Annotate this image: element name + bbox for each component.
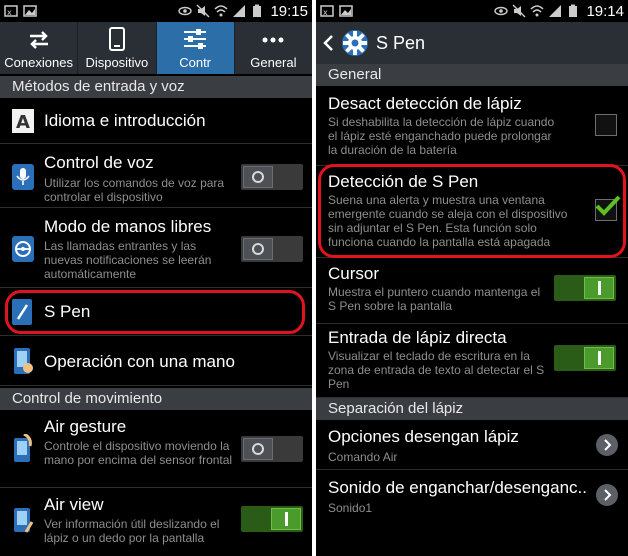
tab-label: Dispositivo — [85, 55, 149, 70]
settings-controls-screen: x 19:15 Conexiones Dispositivo Contr Gen… — [0, 0, 312, 556]
wifi-icon — [214, 5, 228, 17]
language-icon: A — [12, 109, 34, 133]
eye-icon — [178, 6, 193, 16]
settings-gear-icon — [342, 30, 368, 56]
tab-label: Contr — [179, 55, 212, 70]
signal-icon — [233, 5, 246, 17]
gallery-icon — [23, 5, 37, 17]
setting-cursor[interactable]: Cursor Muestra el puntero cuando manteng… — [316, 258, 628, 324]
setting-summary: Muestra el puntero cuando mantenga el S … — [328, 285, 541, 313]
setting-title: Cursor — [328, 264, 380, 283]
clock: 19:15 — [270, 2, 308, 20]
setting-title: Opciones desengan lápiz — [328, 427, 519, 446]
setting-direct-pen-input[interactable]: Entrada de lápiz directa Visualizar el t… — [316, 324, 628, 398]
sliders-icon — [184, 29, 207, 49]
direct-input-toggle[interactable] — [554, 345, 616, 371]
chevron-right-icon — [596, 434, 618, 456]
more-dots-icon — [262, 37, 284, 43]
action-bar: S Pen — [316, 22, 628, 64]
setting-disable-detection[interactable]: Desact detección de lápiz Si deshabilita… — [316, 86, 628, 166]
microphone-icon — [12, 164, 34, 190]
mute-icon — [196, 4, 210, 18]
tab-device[interactable]: Dispositivo — [78, 22, 157, 74]
setting-title: Entrada de lápiz directa — [328, 328, 507, 347]
setting-voice-control[interactable]: Control de voz Utilizar los comandos de … — [0, 144, 312, 208]
setting-title: Modo de manos libres — [44, 217, 212, 236]
svg-text:x: x — [7, 8, 12, 17]
setting-title: Air gesture — [44, 417, 127, 436]
air-view-toggle[interactable] — [241, 506, 303, 532]
air-gesture-icon — [14, 434, 32, 462]
one-hand-icon — [14, 348, 33, 374]
setting-summary: Las llamadas entrantes y las nuevas noti… — [44, 239, 212, 281]
setting-title: Control de voz — [44, 153, 154, 172]
tab-general[interactable]: General — [235, 22, 312, 74]
back-chevron-icon[interactable] — [322, 34, 334, 52]
setting-title: Desact detección de lápiz — [328, 94, 522, 113]
mute-icon — [512, 4, 526, 18]
gallery-icon — [339, 5, 353, 17]
setting-air-view[interactable]: Air view Ver información útil deslizando… — [0, 488, 312, 556]
setting-summary: Controle el dispositivo moviendo la mano… — [44, 439, 233, 467]
tab-connections[interactable]: Conexiones — [0, 22, 79, 74]
swap-arrows-icon — [29, 31, 48, 49]
svg-text:x: x — [323, 8, 328, 17]
tab-controls[interactable]: Contr — [156, 22, 235, 74]
wifi-icon — [530, 5, 544, 17]
category-tabs: Conexiones Dispositivo Contr General — [0, 22, 312, 74]
setting-language[interactable]: A Idioma e introducción — [0, 98, 312, 144]
section-header-detach: Separación del lápiz — [316, 398, 628, 420]
section-header-general: General — [316, 64, 628, 86]
tab-label: General — [250, 55, 297, 70]
air-view-icon — [14, 508, 34, 533]
eye-icon — [494, 6, 509, 16]
tab-label: Conexiones — [4, 55, 73, 70]
setting-summary: Visualizar el teclado de escritura en la… — [328, 349, 545, 391]
battery-icon — [253, 4, 262, 17]
notification-icon: x — [4, 5, 18, 17]
chevron-right-icon — [596, 484, 618, 506]
section-header-motion: Control de movimiento — [0, 388, 312, 410]
setting-air-gesture[interactable]: Air gesture Controle el dispositivo movi… — [0, 410, 312, 488]
setting-summary: Comando Air — [328, 450, 398, 464]
disable-detection-checkbox[interactable] — [595, 114, 617, 136]
svg-text:A: A — [16, 112, 30, 133]
signal-icon — [549, 5, 562, 17]
highlight-oval — [318, 164, 626, 258]
air-gesture-toggle[interactable] — [241, 436, 303, 462]
cursor-toggle[interactable] — [554, 275, 616, 301]
page-title: S Pen — [376, 32, 426, 53]
setting-detach-options[interactable]: Opciones desengan lápiz Comando Air — [316, 420, 628, 470]
phone-icon — [108, 27, 125, 51]
clock: 19:14 — [586, 2, 624, 20]
highlight-oval — [5, 290, 305, 334]
steering-wheel-icon — [12, 236, 34, 262]
setting-title: Sonido de enganchar/desenganc.. — [328, 478, 587, 497]
setting-handsfree[interactable]: Modo de manos libres Las llamadas entran… — [0, 208, 312, 288]
status-bar: x 19:14 — [316, 0, 628, 22]
setting-detach-sound[interactable]: Sonido de enganchar/desenganc.. Sonido1 — [316, 470, 628, 524]
battery-icon — [569, 4, 578, 17]
status-bar: x 19:15 — [0, 0, 312, 22]
setting-summary: Ver información útil deslizando el lápiz… — [44, 517, 220, 545]
handsfree-toggle[interactable] — [241, 236, 303, 262]
voice-control-toggle[interactable] — [241, 164, 303, 190]
setting-summary: Si deshabilita la detección de lápiz cua… — [328, 115, 555, 157]
setting-summary: Sonido1 — [328, 501, 373, 515]
setting-one-hand[interactable]: Operación con una mano — [0, 336, 312, 386]
setting-title: Operación con una mano — [44, 352, 235, 371]
setting-title: Air view — [44, 495, 104, 514]
setting-title: Idioma e introducción — [44, 111, 206, 130]
setting-summary: Utilizar los comandos de voz para contro… — [44, 176, 225, 204]
spen-settings-screen: x 19:14 S Pen General Desact detección d… — [316, 0, 628, 556]
notification-icon: x — [320, 5, 334, 17]
section-header-input: Métodos de entrada y voz — [0, 76, 312, 98]
